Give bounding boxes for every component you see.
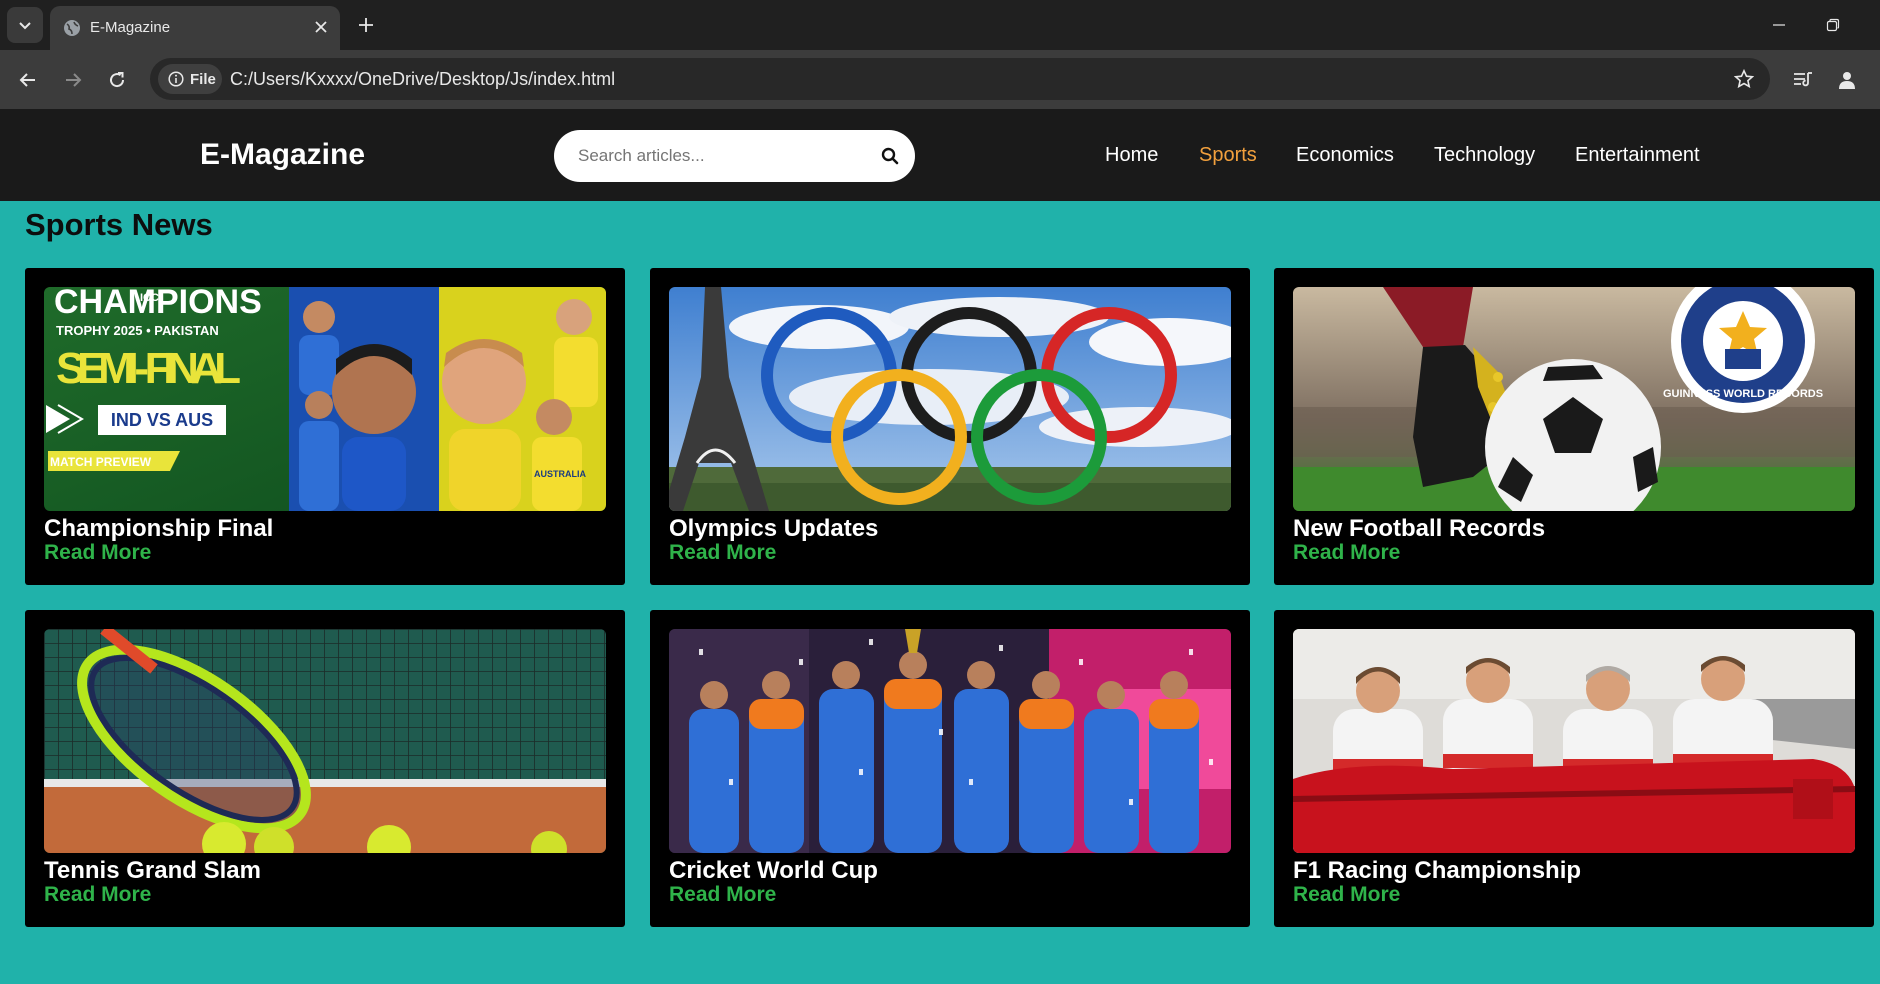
search-icon <box>881 147 899 165</box>
url-text[interactable]: C:/Users/Kxxxx/OneDrive/Desktop/Js/index… <box>230 69 615 90</box>
article-card-football[interactable]: GUINNESS WORLD RECORDS New Football Reco… <box>1274 268 1874 585</box>
article-card-olympics[interactable]: Olympics Updates Read More <box>650 268 1250 585</box>
new-tab-button[interactable] <box>352 11 380 39</box>
minimize-icon <box>1773 24 1785 26</box>
banner-tag: MATCH PREVIEW <box>50 455 152 469</box>
article-title: Championship Final <box>44 515 274 542</box>
restore-button[interactable] <box>1820 12 1846 38</box>
forward-button[interactable] <box>57 64 89 96</box>
article-title: Tennis Grand Slam <box>44 857 261 884</box>
plus-icon <box>359 18 373 32</box>
article-image-tennis <box>44 629 606 853</box>
article-card-tennis[interactable]: Tennis Grand Slam Read More <box>25 610 625 927</box>
article-title: Cricket World Cup <box>669 857 878 884</box>
nav-entertainment[interactable]: Entertainment <box>1575 144 1700 167</box>
reload-icon <box>110 72 125 88</box>
info-icon <box>168 71 184 87</box>
banner-jersey-text: AUSTRALIA <box>534 469 586 479</box>
article-image-olympics <box>669 287 1231 511</box>
file-chip-label: File <box>190 70 216 88</box>
nav-technology[interactable]: Technology <box>1434 144 1535 167</box>
chevron-down-icon <box>19 22 31 30</box>
article-title: Olympics Updates <box>669 515 879 542</box>
profile-button[interactable] <box>1831 64 1863 96</box>
article-title: New Football Records <box>1293 515 1546 542</box>
restore-icon <box>1826 18 1840 32</box>
person-icon <box>1839 72 1855 89</box>
read-more-link[interactable]: Read More <box>44 541 151 565</box>
read-more-link[interactable]: Read More <box>44 883 151 907</box>
article-title: F1 Racing Championship <box>1293 857 1582 884</box>
minimize-button[interactable] <box>1766 12 1792 38</box>
site-header: E-Magazine Home Sports Economics Technol… <box>0 109 1880 201</box>
arrow-right-icon <box>66 73 82 87</box>
site-info-chip[interactable]: File <box>158 64 222 94</box>
address-bar[interactable]: File C:/Users/Kxxxx/OneDrive/Desktop/Js/… <box>150 58 1770 100</box>
search-input[interactable] <box>578 130 868 182</box>
nav-sports[interactable]: Sports <box>1199 144 1257 167</box>
reading-list-button[interactable] <box>1787 64 1819 96</box>
browser-tab-bar: E-Magazine <box>0 0 1880 50</box>
back-button[interactable] <box>12 64 44 96</box>
star-icon <box>1734 69 1754 89</box>
reading-list-icon <box>1794 72 1812 87</box>
read-more-link[interactable]: Read More <box>1293 541 1400 565</box>
tab-title: E-Magazine <box>90 19 171 36</box>
banner-matchup: IND VS AUS <box>111 410 213 430</box>
tab-search-button[interactable] <box>7 7 43 43</box>
search-bar <box>554 130 915 182</box>
site-logo[interactable]: E-Magazine <box>200 138 365 172</box>
article-image-f1 <box>1293 629 1855 853</box>
browser-toolbar: File C:/Users/Kxxxx/OneDrive/Desktop/Js/… <box>0 50 1880 109</box>
globe-icon <box>64 20 80 36</box>
article-card-cricket[interactable]: Cricket World Cup Read More <box>650 610 1250 927</box>
browser-tab[interactable]: E-Magazine <box>50 6 340 50</box>
nav-home[interactable]: Home <box>1105 144 1158 167</box>
article-image-cricket <box>669 629 1231 853</box>
article-image-championship: CHAMPIONS ICC TROPHY 2025 • PAKISTAN SEM… <box>44 287 606 511</box>
close-icon <box>315 21 327 33</box>
bookmark-button[interactable] <box>1732 67 1756 91</box>
nav-economics[interactable]: Economics <box>1296 144 1394 167</box>
banner-subtitle: TROPHY 2025 • PAKISTAN <box>56 323 219 338</box>
article-image-football: GUINNESS WORLD RECORDS <box>1293 287 1855 511</box>
article-card-f1[interactable]: F1 Racing Championship Read More <box>1274 610 1874 927</box>
read-more-link[interactable]: Read More <box>1293 883 1400 907</box>
article-card-championship[interactable]: CHAMPIONS ICC TROPHY 2025 • PAKISTAN SEM… <box>25 268 625 585</box>
arrow-left-icon <box>19 73 35 87</box>
section-title: Sports News <box>25 207 213 242</box>
tab-close-button[interactable] <box>310 16 332 38</box>
search-button[interactable] <box>877 143 903 169</box>
read-more-link[interactable]: Read More <box>669 541 776 565</box>
reload-button[interactable] <box>101 64 133 96</box>
banner-headline: SEMI - FINAL <box>56 344 241 393</box>
read-more-link[interactable]: Read More <box>669 883 776 907</box>
banner-badge: ICC <box>140 292 159 304</box>
seal-text: GUINNESS WORLD RECORDS <box>1663 388 1823 400</box>
